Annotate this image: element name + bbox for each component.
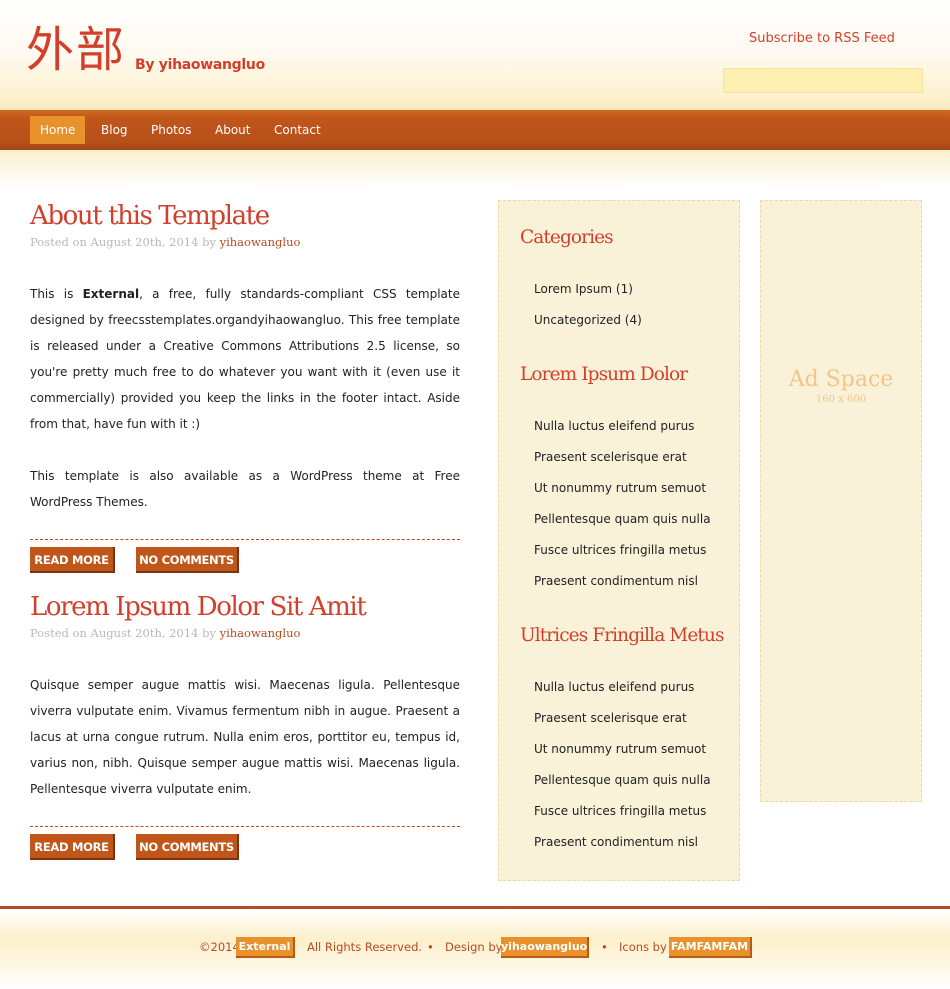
footer-icons-link[interactable]: FAMFAMFAM <box>669 937 752 958</box>
nav-contact[interactable]: Contact <box>264 116 331 144</box>
search-input[interactable] <box>723 68 923 93</box>
post-divider <box>30 539 460 540</box>
sidebar-link[interactable]: Fusce ultrices fringilla metus <box>534 804 706 818</box>
site-header: 外部 By yihaowangluo Subscribe to RSS Feed <box>0 0 950 110</box>
post-text: , a free, fully standards-compliant CSS … <box>30 287 460 431</box>
sidebar-link[interactable]: Nulla luctus eleifend purus <box>534 419 694 433</box>
sidebar-link[interactable]: Ut nonummy rutrum semuot <box>534 481 706 495</box>
sidebar-heading-categories: Categories <box>520 227 614 248</box>
rss-feed-link[interactable]: Subscribe to RSS Feed <box>749 31 895 46</box>
post-title[interactable]: About this Template <box>30 201 270 231</box>
sidebar-item-category[interactable]: Lorem Ipsum (1) <box>534 282 633 296</box>
post-text: Quisque semper augue mattis wisi. Maecen… <box>30 678 460 796</box>
sidebar-link[interactable]: Pellentesque quam quis nulla <box>534 512 711 526</box>
sidebar-link[interactable]: Nulla luctus eleifend purus <box>534 680 694 694</box>
post-text: This is <box>30 287 83 301</box>
sidebar-link[interactable]: Praesent scelerisque erat <box>534 711 687 725</box>
post-date: Posted on August 20th, 2014 by <box>30 626 220 640</box>
sidebar: Categories Lorem Ipsum (1) Uncategorized… <box>498 200 740 881</box>
footer-copyright: ©2014 <box>199 940 240 954</box>
post-author-link[interactable]: yihaowangluo <box>220 626 301 640</box>
sidebar-heading: Ultrices Fringilla Metus <box>520 625 724 646</box>
sidebar-link[interactable]: Praesent scelerisque erat <box>534 450 687 464</box>
sidebar-link[interactable]: Praesent condimentum nisl <box>534 835 698 849</box>
footer-separator: • <box>427 940 434 954</box>
comments-button[interactable]: NO COMMENTS <box>136 547 239 573</box>
post-text: This template is also available as a Wor… <box>30 469 460 509</box>
main-nav: Home Blog Photos About Contact <box>0 110 950 150</box>
nav-home[interactable]: Home <box>30 116 86 144</box>
footer-rights: All Rights Reserved. <box>307 940 423 954</box>
sidebar-heading: Lorem Ipsum Dolor <box>520 364 688 385</box>
nav-blog[interactable]: Blog <box>91 116 138 144</box>
post-divider <box>30 826 460 827</box>
read-more-button[interactable]: READ MORE <box>30 834 115 860</box>
post-body: Quisque semper augue mattis wisi. Maecen… <box>30 672 460 802</box>
footer-design-label: Design by <box>445 940 503 954</box>
ad-space[interactable]: Ad Space 160 x 600 <box>760 200 922 802</box>
nav-photos[interactable]: Photos <box>141 116 201 144</box>
post-title[interactable]: Lorem Ipsum Dolor Sit Amit <box>30 592 367 622</box>
site-byline: By yihaowangluo <box>135 57 265 73</box>
footer-separator: • <box>601 940 608 954</box>
sidebar-item-category[interactable]: Uncategorized (4) <box>534 313 642 327</box>
post-text-strong: External <box>82 287 140 301</box>
nav-about[interactable]: About <box>205 116 260 144</box>
sidebar-link[interactable]: Praesent condimentum nisl <box>534 574 698 588</box>
ad-size: 160 x 600 <box>815 394 867 405</box>
post-meta: Posted on August 20th, 2014 by yihaowang… <box>30 626 300 640</box>
footer-icons-label: Icons by <box>619 940 667 954</box>
sidebar-link[interactable]: Fusce ultrices fringilla metus <box>534 543 706 557</box>
post-date: Posted on August 20th, 2014 by <box>30 235 220 249</box>
read-more-button[interactable]: READ MORE <box>30 547 115 573</box>
sidebar-link[interactable]: Pellentesque quam quis nulla <box>534 773 711 787</box>
footer-site-link[interactable]: External <box>236 937 295 958</box>
ad-title: Ad Space <box>788 367 894 392</box>
post-author-link[interactable]: yihaowangluo <box>220 235 301 249</box>
site-logo[interactable]: 外部 <box>26 20 126 80</box>
comments-button[interactable]: NO COMMENTS <box>136 834 239 860</box>
sidebar-link[interactable]: Ut nonummy rutrum semuot <box>534 742 706 756</box>
nav-shadow <box>0 150 950 188</box>
site-footer: ©2014 External All Rights Reserved. • De… <box>0 906 950 989</box>
post-body: This is External, a free, fully standard… <box>30 281 460 515</box>
footer-designer-link[interactable]: yihaowangluo <box>501 937 589 958</box>
post-meta: Posted on August 20th, 2014 by yihaowang… <box>30 235 300 249</box>
